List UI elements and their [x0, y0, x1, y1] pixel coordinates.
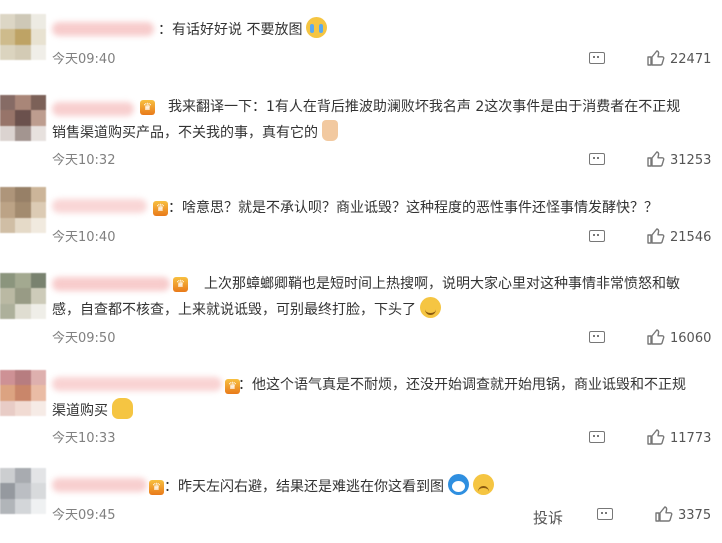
- sad-emoji: [473, 474, 494, 495]
- avatar[interactable]: [0, 14, 46, 60]
- thumbs-up-icon[interactable]: [647, 50, 665, 66]
- comment-icon[interactable]: [597, 508, 613, 520]
- hug-emoji: [112, 398, 133, 419]
- like-count: 22471: [670, 52, 712, 67]
- avatar[interactable]: [0, 187, 46, 233]
- vip-badge-icon: ♛: [149, 480, 164, 495]
- comment-text: ：有话好好说 不要放图: [158, 17, 690, 43]
- comment-icon[interactable]: [589, 431, 605, 443]
- like-count: 21546: [670, 230, 712, 245]
- avatar[interactable]: [0, 370, 46, 416]
- thumbs-up-icon[interactable]: [647, 151, 665, 167]
- username-blurred[interactable]: [52, 199, 147, 213]
- like-count: 11773: [670, 431, 712, 446]
- comment-time: 今天09:40: [52, 52, 116, 67]
- comment-icon[interactable]: [589, 331, 605, 343]
- cry-emoji: [306, 17, 328, 38]
- doraemon-emoji: [448, 474, 469, 495]
- avatar[interactable]: [0, 468, 46, 514]
- like-count: 31253: [670, 153, 712, 168]
- vip-badge-icon: ♛: [153, 201, 168, 216]
- report-button[interactable]: 投诉: [533, 507, 563, 528]
- comment-icon[interactable]: [589, 153, 605, 165]
- comment-time: 今天10:32: [52, 153, 116, 168]
- username-blurred[interactable]: [52, 22, 154, 36]
- comment-icon[interactable]: [589, 230, 605, 242]
- avatar[interactable]: [0, 273, 46, 319]
- thumbs-up-icon[interactable]: [647, 228, 665, 244]
- smile-emoji: [420, 297, 441, 318]
- comment-icon[interactable]: [589, 52, 605, 64]
- comment-text: ：昨天左闪右避，结果还是难逃在你这看到图: [164, 474, 690, 500]
- username-blurred[interactable]: [52, 478, 147, 492]
- comment-time: 今天09:50: [52, 331, 116, 346]
- thumbs-up-icon[interactable]: [647, 329, 665, 345]
- comment-time: 今天10:33: [52, 431, 116, 446]
- like-count: 16060: [670, 331, 712, 346]
- avatar[interactable]: [0, 95, 46, 141]
- like-count: 3375: [678, 508, 712, 523]
- thumbs-up-emoji: [322, 120, 338, 141]
- thumbs-up-icon[interactable]: [647, 429, 665, 445]
- comment-text: 上次那蟑螂卿鞘也是短时间上热搜啊，说明大家心里对这种事情非常愤怒和敏感，自查都不…: [52, 276, 680, 318]
- comment-time: 今天09:45: [52, 508, 116, 523]
- comment-time: 今天10:40: [52, 230, 116, 245]
- thumbs-up-icon[interactable]: [655, 506, 673, 522]
- comment-text: ：他这个语气真是不耐烦，还没开始调查就开始甩锅，商业诋毁和不正规渠道购买: [52, 377, 686, 419]
- comment-text: ：啥意思？就是不承认呗？商业诋毁？这种程度的恶性事件还怪事情发酵快？？: [168, 200, 658, 216]
- comment-text: 我来翻译一下：1有人在背后推波助澜败坏我名声 2这次事件是由于消费者在不正规销售…: [52, 99, 681, 141]
